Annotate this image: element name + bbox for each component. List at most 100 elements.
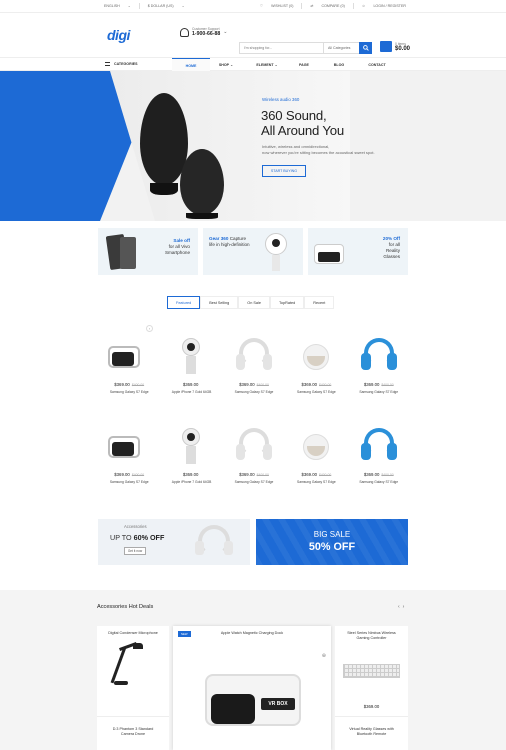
vr-brand-label: VR BOX bbox=[268, 701, 288, 707]
compare-link[interactable]: COMPARE (0) bbox=[321, 4, 344, 8]
hero-desc-line1: Intuitive, wireless and omnidirectional, bbox=[262, 144, 330, 149]
white-headphones-icon bbox=[223, 426, 285, 466]
top-bar: ENGLISH ⌄ $ DOLLAR (US) ⌄ ♡ WISHLIST (0)… bbox=[0, 0, 506, 13]
product-price: $369.00 $400.00 bbox=[223, 472, 285, 477]
chevron-right-icon[interactable]: › bbox=[403, 604, 405, 610]
accessories-banner[interactable]: Accessories UP TO 60% OFF Get it now bbox=[98, 519, 250, 565]
product-name[interactable]: Samsung Galaxy S7 Edge bbox=[348, 390, 410, 394]
login-link[interactable]: LOGIN / REGISTER bbox=[373, 4, 406, 8]
tab-recent[interactable]: Recent bbox=[304, 296, 335, 309]
product-card[interactable]: $369.00 $400.00 Samsung Galaxy S7 Edge bbox=[223, 426, 285, 484]
big-sale-banner[interactable]: BIG SALE 50% OFF bbox=[256, 519, 408, 565]
product-card[interactable]: $369.00 $400.00 Samsung Galaxy S7 Edge bbox=[348, 426, 410, 484]
product-name[interactable]: Apple iPhone 7 Gold 64GB bbox=[160, 390, 222, 394]
camera-lens bbox=[272, 239, 280, 247]
nav-item-contact[interactable]: CONTACT bbox=[360, 58, 394, 72]
headphones-cup bbox=[195, 541, 204, 555]
product-card[interactable]: $369.00 Apple iPhone 7 Gold 64GB bbox=[160, 336, 222, 394]
banner-big-sale: BIG SALE bbox=[313, 530, 351, 539]
get-it-now-button[interactable]: Get it now bbox=[124, 547, 146, 555]
product-card[interactable]: $369.00 $400.00 Samsung Galaxy S7 Edge bbox=[348, 336, 410, 394]
cart[interactable]: 0 items $0.00 bbox=[380, 41, 410, 52]
language-select[interactable]: ENGLISH bbox=[104, 4, 120, 8]
promo-line: life in high-definition bbox=[209, 242, 250, 247]
product-card[interactable]: $369.00 $400.00 Samsung Galaxy S7 Edge bbox=[98, 336, 160, 394]
nav-item-element[interactable]: ELEMENT ⌄ bbox=[250, 58, 284, 72]
promo-text: 20% Off for all Reality Glasses bbox=[383, 236, 400, 260]
deal-card-featured[interactable]: NEW Apple Watch Magnetic Charging Dock ⊕… bbox=[173, 626, 331, 750]
product-name[interactable]: Samsung Galaxy S7 Edge bbox=[223, 390, 285, 394]
promo-line: for all bbox=[388, 242, 400, 247]
chevron-left-icon[interactable]: ‹ bbox=[398, 604, 400, 610]
vr-image bbox=[318, 252, 340, 262]
currency-select[interactable]: $ DOLLAR (US) bbox=[148, 4, 174, 8]
product-card[interactable]: $369.00 $400.00 Samsung Galaxy S7 Edge bbox=[223, 336, 285, 394]
product-card[interactable]: $369.00 $400.00 Samsung Galaxy S7 Edge bbox=[285, 336, 347, 394]
user-icon: ☺ bbox=[361, 4, 366, 8]
carousel-prev-button[interactable]: ‹ bbox=[146, 325, 153, 332]
tab-on-sale[interactable]: On Sale bbox=[238, 296, 270, 309]
headphones-cup bbox=[224, 541, 233, 555]
divider bbox=[97, 716, 169, 717]
product-card[interactable]: $369.00 $400.00 Samsung Galaxy S7 Edge bbox=[98, 426, 160, 484]
search-button[interactable] bbox=[359, 42, 372, 54]
promo-vivo[interactable]: Sale off for all Vivo Smartphone bbox=[98, 228, 198, 275]
product-price: $369.00 $400.00 bbox=[223, 382, 285, 387]
product-name[interactable]: Digital Condenser Microphone bbox=[97, 631, 169, 636]
cart-icon bbox=[380, 41, 392, 52]
hero-title: 360 Sound, All Around You bbox=[261, 108, 344, 138]
product-name[interactable]: Samsung Galaxy S7 Edge bbox=[223, 480, 285, 484]
product-name[interactable]: Apple iPhone 7 Gold 64GB bbox=[160, 480, 222, 484]
category-select[interactable]: All Categories bbox=[323, 43, 359, 53]
promo-line: Capture bbox=[229, 236, 247, 241]
search-icon bbox=[362, 45, 369, 51]
product-card[interactable]: $369.00 Apple iPhone 7 Gold 64GB bbox=[160, 426, 222, 484]
old-price: $400.00 bbox=[319, 383, 332, 387]
product-name[interactable]: Samsung Galaxy S7 Edge bbox=[285, 390, 347, 394]
lamp-image bbox=[110, 646, 127, 684]
deal-card[interactable]: Digital Condenser Microphone D.3 Phantom… bbox=[97, 626, 169, 750]
tab-featured[interactable]: Featured bbox=[167, 296, 201, 309]
nav-item-shop[interactable]: SHOP ⌄ bbox=[213, 58, 239, 72]
product-name[interactable]: Samsung Galaxy S7 Edge bbox=[98, 390, 160, 394]
product-tabs: Featured Best Selling On Sale TopRated R… bbox=[167, 296, 335, 309]
product-name[interactable]: Virtual Reality Glasses with Bluetooth Re… bbox=[335, 727, 408, 737]
product-name[interactable]: Samsung Galaxy S7 Edge bbox=[285, 480, 347, 484]
logo[interactable]: digi bbox=[107, 27, 130, 43]
current-price: $369.00 bbox=[182, 472, 199, 477]
categories-menu[interactable]: CATEGORIES bbox=[105, 62, 138, 66]
product-name[interactable]: D.3 Phantom 3 Standard Camera Drone bbox=[97, 727, 169, 737]
smart-speaker-icon bbox=[285, 426, 347, 466]
hero-subtitle: Wireless audio 360 bbox=[262, 97, 300, 102]
keyboard-image bbox=[343, 664, 400, 678]
promo-line: Smartphone bbox=[164, 250, 190, 255]
promo-text: Gear 360 Capture life in high-definition bbox=[209, 236, 250, 248]
nav-item-home[interactable]: HOME bbox=[172, 58, 210, 72]
carousel-arrows: ‹ › bbox=[398, 604, 404, 610]
wishlist-link[interactable]: WISHLIST (0) bbox=[271, 4, 293, 8]
divider bbox=[335, 716, 408, 717]
product-name[interactable]: Apple Watch Magnetic Charging Dock bbox=[173, 631, 331, 636]
product-name[interactable]: Samsung Galaxy S7 Edge bbox=[348, 480, 410, 484]
promo-highlight: Sale off bbox=[173, 238, 190, 243]
lamp-base bbox=[114, 681, 128, 685]
product-card[interactable]: $369.00 $400.00 Samsung Galaxy S7 Edge bbox=[285, 426, 347, 484]
promo-gear360[interactable]: Gear 360 Capture life in high-definition bbox=[203, 228, 303, 275]
blue-headphones-icon bbox=[348, 426, 410, 466]
nav-item-page[interactable]: PAGE bbox=[290, 58, 318, 72]
old-price: $400.00 bbox=[256, 383, 269, 387]
deal-card[interactable]: Steel Series Nimbus Wireless Gaming Contr… bbox=[335, 626, 408, 750]
search-input[interactable] bbox=[240, 46, 323, 50]
main-nav: CATEGORIES HOME SHOP ⌄ ELEMENT ⌄ PAGE BL… bbox=[0, 57, 506, 72]
nav-item-blog[interactable]: BLOG bbox=[325, 58, 353, 72]
tab-best-selling[interactable]: Best Selling bbox=[200, 296, 239, 309]
customer-support: Customer Support 1-900-66-88 ⌄ bbox=[180, 27, 227, 37]
support-phone[interactable]: 1-900-66-88 bbox=[192, 31, 220, 37]
product-name[interactable]: Steel Series Nimbus Wireless Gaming Contr… bbox=[335, 631, 408, 641]
product-name[interactable]: Samsung Galaxy S7 Edge bbox=[98, 480, 160, 484]
hero-description: Intuitive, wireless and omnidirectional,… bbox=[262, 144, 412, 155]
start-buying-button[interactable]: START BUYING bbox=[262, 165, 306, 177]
promo-reality-glasses[interactable]: 20% Off for all Reality Glasses bbox=[308, 228, 408, 275]
tab-top-rated[interactable]: TopRated bbox=[270, 296, 305, 309]
zoom-icon[interactable]: ⊕ bbox=[322, 653, 326, 659]
